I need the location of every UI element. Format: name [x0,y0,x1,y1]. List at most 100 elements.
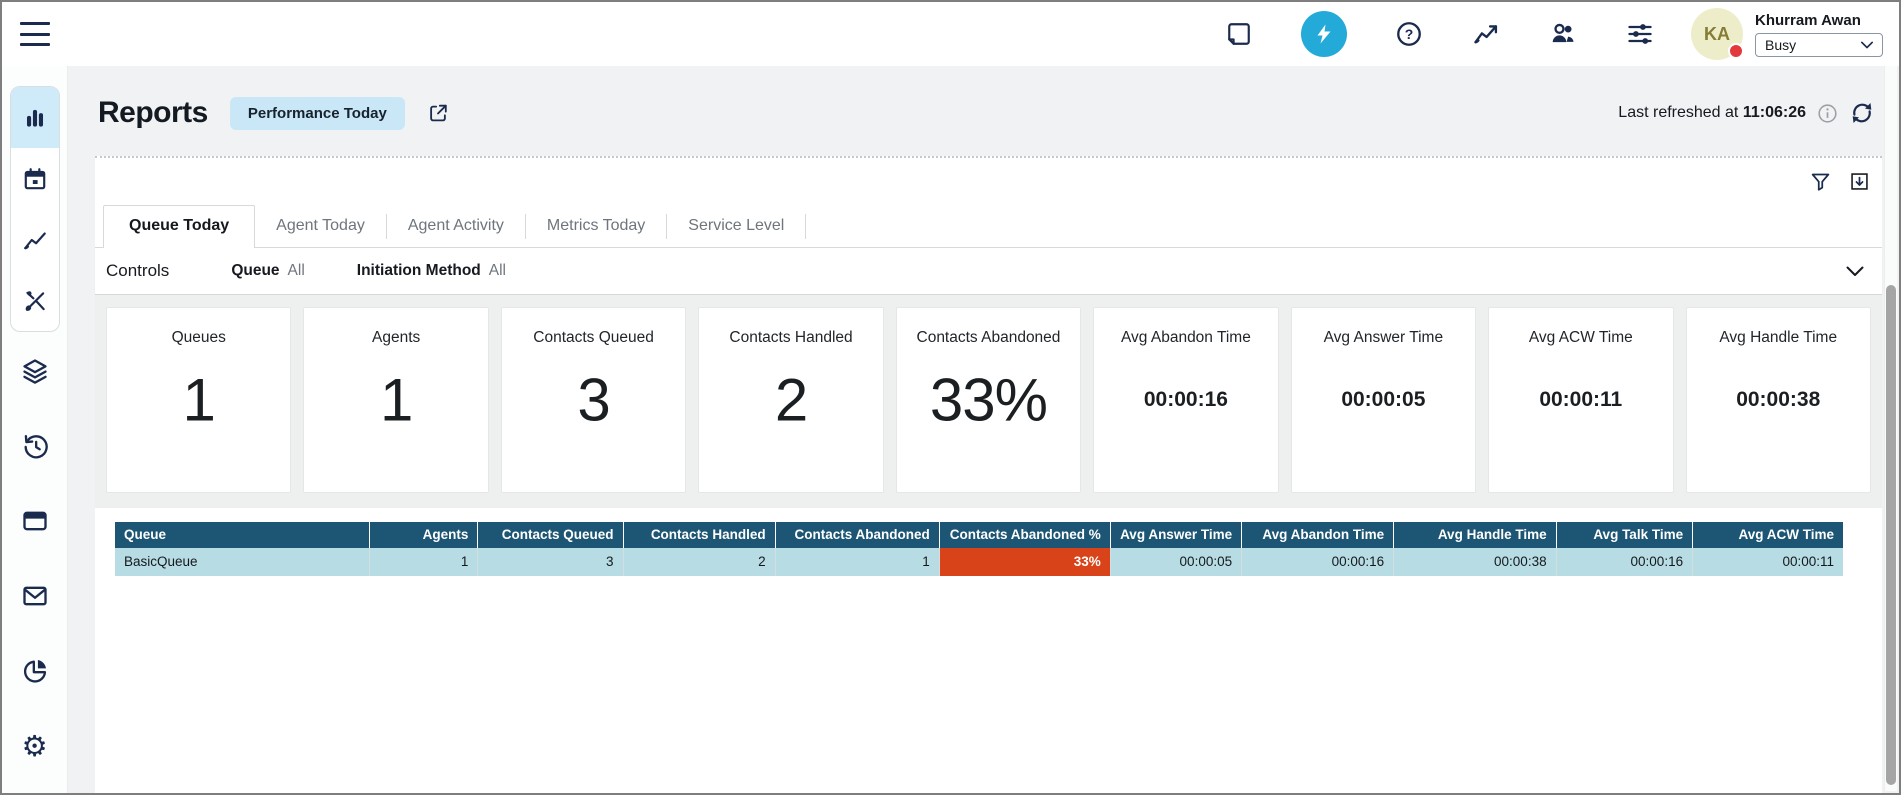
design-brush-icon [22,288,48,314]
tab-metrics-today[interactable]: Metrics Today [526,206,666,247]
top-bar-icon-group: ? [1224,11,1655,57]
metric-card-avg-acw-time[interactable]: Avg ACW Time00:00:11 [1488,307,1673,493]
notepad-icon[interactable] [1224,19,1254,49]
vertical-scrollbar-track[interactable] [1884,66,1897,791]
report-badge[interactable]: Performance Today [230,97,405,130]
agents-icon[interactable] [1548,19,1578,49]
table-cell: 00:00:38 [1394,548,1556,576]
filter-name: Queue [231,262,279,280]
column-header[interactable]: Avg Talk Time [1556,522,1693,548]
bar-chart-icon [22,105,48,131]
browser-window-icon [21,507,49,535]
column-header[interactable]: Contacts Abandoned [775,522,939,548]
column-header[interactable]: Contacts Queued [478,522,623,548]
metric-card-avg-handle-time[interactable]: Avg Handle Time00:00:38 [1686,307,1871,493]
metric-card-queues[interactable]: Queues1 [106,307,291,493]
refresh-meta: Last refreshed at 11:06:26 [1618,100,1875,126]
help-icon[interactable]: ? [1394,19,1424,49]
report-panel: Queue TodayAgent TodayAgent ActivityMetr… [95,156,1882,793]
metric-card-contacts-abandoned[interactable]: Contacts Abandoned33% [896,307,1081,493]
metrics-icon[interactable] [1471,19,1501,49]
table-cell: 1 [369,548,478,576]
sidebar: ⚙ [2,66,68,793]
metric-card-contacts-queued[interactable]: Contacts Queued3 [501,307,686,493]
table-cell: 2 [623,548,775,576]
tab-service-level[interactable]: Service Level [667,206,805,247]
user-name: Khurram Awan [1755,12,1883,29]
sidebar-item-schedule[interactable] [11,148,59,209]
last-refreshed-label: Last refreshed at 11:06:26 [1618,104,1806,122]
avatar[interactable]: KA [1691,8,1743,60]
table-cell: 1 [775,548,939,576]
queue-table: QueueAgentsContacts QueuedContacts Handl… [115,522,1843,576]
sidebar-nav-group [10,86,60,332]
status-select-value: Busy [1765,37,1796,53]
quick-actions-lightning-icon[interactable] [1301,11,1347,57]
metric-card-value: 2 [699,366,882,435]
settings-gear-icon: ⚙ [22,732,48,761]
metric-card-avg-abandon-time[interactable]: Avg Abandon Time00:00:16 [1093,307,1278,493]
table-cell: 00:00:16 [1242,548,1394,576]
sidebar-loose-group: ⚙ [20,352,50,761]
filter-value: All [489,262,506,280]
sidebar-item-mail[interactable] [20,581,50,611]
info-icon[interactable] [1817,103,1838,124]
page-header: Reports Performance Today Last refreshed… [68,66,1899,156]
table-cell: 3 [478,548,623,576]
layers-icon [21,357,49,385]
tab-agent-activity[interactable]: Agent Activity [387,206,525,247]
top-bar-right: ? KA Khurram Awan Busy [1224,8,1883,60]
line-chart-icon [22,227,48,253]
calendar-icon [22,166,48,192]
metric-card-avg-answer-time[interactable]: Avg Answer Time00:00:05 [1291,307,1476,493]
preferences-sliders-icon[interactable] [1625,19,1655,49]
metric-cards-band: Queues1Agents1Contacts Queued3Contacts H… [95,295,1882,508]
metric-card-agents[interactable]: Agents1 [303,307,488,493]
metric-card-value: 00:00:11 [1489,388,1672,412]
sidebar-item-history[interactable] [20,431,50,461]
main-content: Reports Performance Today Last refreshed… [68,66,1899,793]
page-title: Reports [98,96,208,130]
download-icon[interactable] [1848,170,1870,192]
open-external-icon[interactable] [427,102,449,124]
chevron-down-icon [1861,41,1873,49]
tab-divider [805,214,806,239]
column-header[interactable]: Agents [369,522,478,548]
sidebar-item-reports[interactable] [11,87,59,148]
filter-icon[interactable] [1809,170,1831,192]
filter-initiation-method[interactable]: Initiation MethodAll [357,262,506,280]
controls-collapse-chevron-icon[interactable] [1846,266,1864,277]
controls-bar: Controls QueueAllInitiation MethodAll [95,248,1882,295]
metric-card-value: 3 [502,366,685,435]
column-header[interactable]: Avg ACW Time [1693,522,1843,548]
column-header[interactable]: Contacts Handled [623,522,775,548]
user-meta: Khurram Awan Busy [1755,12,1883,57]
filter-queue[interactable]: QueueAll [231,262,304,280]
menu-hamburger-icon[interactable] [20,22,50,46]
sidebar-item-design[interactable] [11,270,59,331]
status-select[interactable]: Busy [1755,33,1883,57]
history-icon [21,432,49,460]
vertical-scrollbar-thumb[interactable] [1886,285,1896,785]
sidebar-item-analytics[interactable] [11,209,59,270]
controls-filters: QueueAllInitiation MethodAll [231,262,558,280]
queue-table-wrap: QueueAgentsContacts QueuedContacts Handl… [95,508,1882,576]
user-block: KA Khurram Awan Busy [1691,8,1883,60]
refresh-icon[interactable] [1849,100,1875,126]
column-header[interactable]: Contacts Abandoned % [939,522,1110,548]
sidebar-item-pie[interactable] [20,656,50,686]
column-header[interactable]: Queue [115,522,369,548]
sidebar-item-layers[interactable] [20,356,50,386]
sidebar-item-settings[interactable]: ⚙ [20,731,50,761]
controls-label: Controls [106,261,169,281]
metric-card-contacts-handled[interactable]: Contacts Handled2 [698,307,883,493]
tab-queue-today[interactable]: Queue Today [103,205,255,248]
column-header[interactable]: Avg Answer Time [1110,522,1241,548]
last-refreshed-time: 11:06:26 [1743,104,1806,121]
column-header[interactable]: Avg Abandon Time [1242,522,1394,548]
metric-card-value: 1 [107,366,290,435]
tab-agent-today[interactable]: Agent Today [255,206,386,247]
sidebar-item-window[interactable] [20,506,50,536]
table-row[interactable]: BasicQueue132133%00:00:0500:00:1600:00:3… [115,548,1843,576]
column-header[interactable]: Avg Handle Time [1394,522,1556,548]
